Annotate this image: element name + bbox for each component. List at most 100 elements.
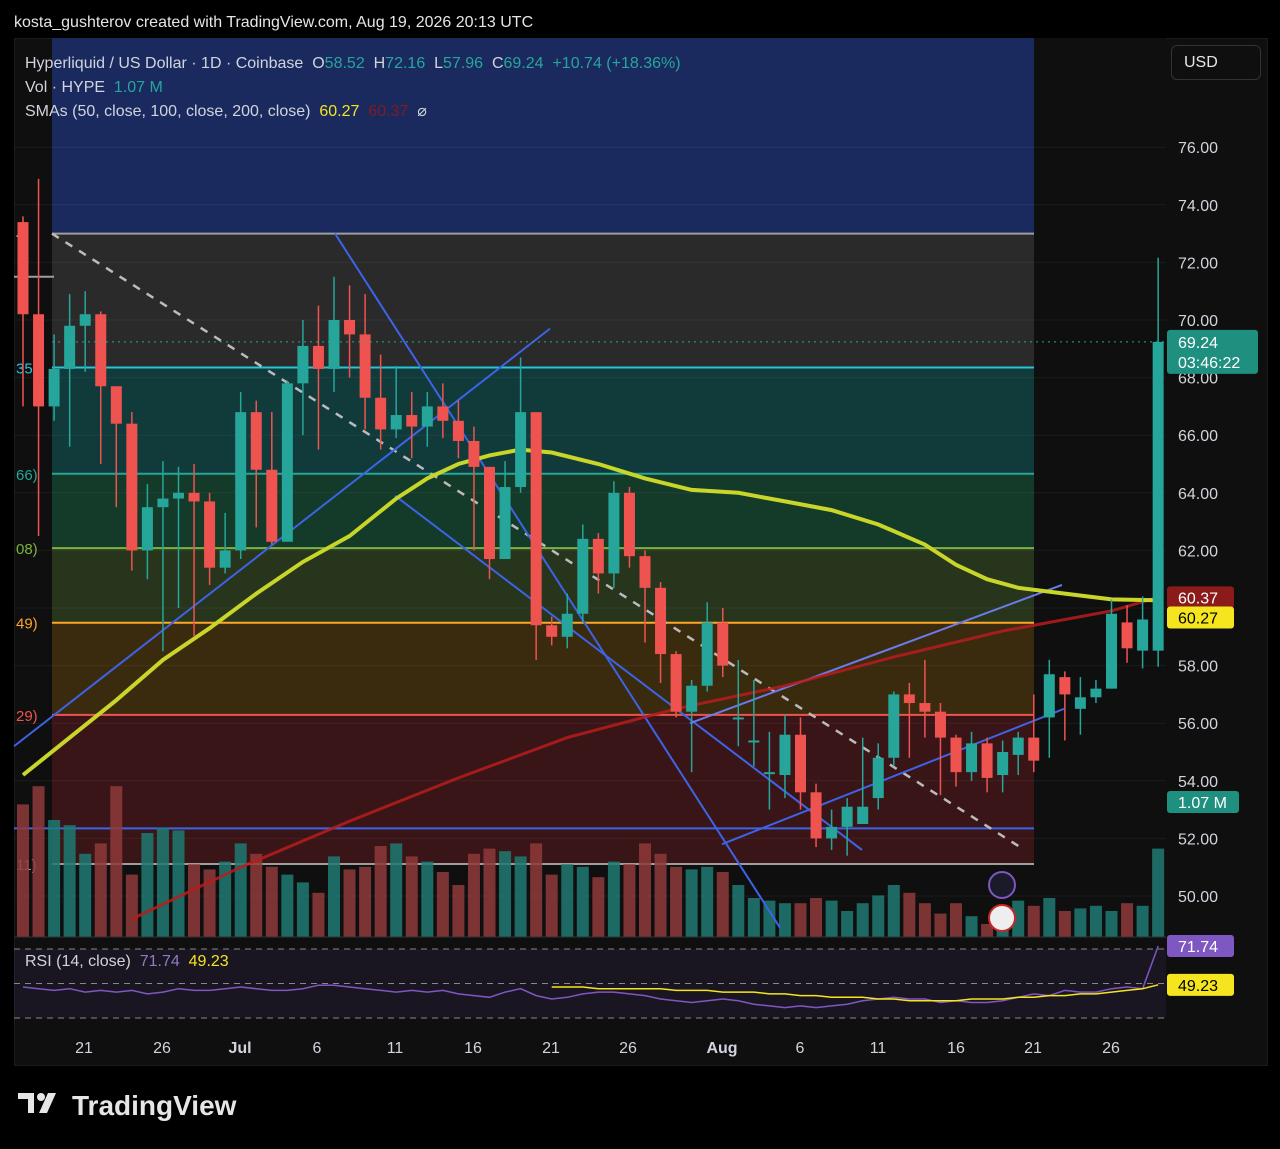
price-tick-label: 50.00	[1178, 889, 1218, 906]
candle-body	[732, 717, 744, 720]
price-tick-label: 74.00	[1178, 198, 1218, 215]
volume-bar	[1121, 903, 1134, 937]
candle-body	[219, 550, 231, 568]
time-tick-label: 21	[75, 1040, 93, 1057]
volume-bar	[950, 903, 962, 937]
volume-bar	[514, 856, 527, 937]
sma-hidden-icon[interactable]: ⌀	[417, 103, 427, 120]
candle-body	[546, 625, 558, 637]
currency-button[interactable]: USD	[1171, 45, 1261, 80]
volume-label[interactable]: Vol · HYPE	[25, 79, 105, 96]
fib-zone	[52, 367, 1034, 474]
candle	[281, 380, 293, 542]
rsi-ma-value: 49.23	[188, 953, 229, 970]
low-value: 57.96	[443, 55, 484, 72]
candle-body	[530, 412, 542, 626]
candle-body	[1074, 697, 1086, 709]
rsi-legend: RSI (14, close) 71.74 49.23	[25, 953, 229, 971]
price-tick-label: 52.00	[1178, 831, 1218, 848]
volume-bar	[390, 843, 403, 937]
candle-body	[795, 734, 806, 793]
candle	[530, 412, 542, 660]
candle-body	[966, 743, 978, 773]
candle	[608, 481, 620, 588]
candle-body	[919, 703, 931, 712]
candle-body	[344, 320, 356, 335]
volume-bar	[250, 853, 263, 937]
volume-bar	[825, 900, 838, 937]
rsi-ma-tag: 49.23	[1167, 973, 1234, 996]
price-tick-label: 76.00	[1178, 140, 1218, 157]
volume-tag: 1.07 M	[1167, 791, 1239, 813]
volume-bar	[903, 892, 916, 937]
symbol-title[interactable]: Hyperliquid / US Dollar · 1D · Coinbase	[25, 55, 303, 72]
volume-bar	[125, 874, 138, 937]
volume-bar	[841, 911, 854, 937]
volume-bar	[1027, 905, 1040, 937]
fib-zone	[52, 473, 1034, 549]
price-tick-label: 64.00	[1178, 486, 1218, 503]
us-flag-icon	[988, 904, 1016, 932]
candle-body	[981, 743, 993, 778]
price-tick-label: 62.00	[1178, 543, 1218, 560]
candle-body	[701, 622, 713, 686]
time-tick-label: 21	[542, 1040, 560, 1057]
footer-logo[interactable]: TradingView	[18, 1090, 236, 1122]
time-tick-label: 26	[153, 1040, 171, 1057]
candle-body	[266, 469, 278, 542]
volume-bar	[312, 892, 325, 937]
rsi-pane: 71.74 49.23	[14, 934, 1234, 1019]
volume-bar	[965, 916, 978, 937]
high-value: 72.16	[385, 55, 426, 72]
candle-body	[810, 792, 822, 839]
volume-bar	[328, 856, 340, 937]
time-tick-label: 26	[1102, 1040, 1120, 1057]
sma100-price-tag: 60.37	[1167, 586, 1234, 609]
candle-body	[250, 412, 262, 470]
volume-bar	[265, 866, 278, 937]
candle-body	[826, 826, 838, 839]
volume-bar	[576, 866, 589, 937]
volume-bar	[1105, 911, 1118, 937]
rsi-tag-text: 71.74	[1178, 939, 1218, 956]
candle-body	[888, 694, 900, 758]
rsi-label[interactable]: RSI (14, close)	[25, 953, 131, 970]
candle-body	[328, 320, 340, 369]
candle-body	[48, 368, 60, 407]
candle-body	[1090, 688, 1102, 698]
fib-level-label: 49)	[16, 616, 38, 633]
rsi-tag-text: 49.23	[1178, 978, 1218, 995]
candle	[235, 392, 247, 560]
candle-body	[499, 487, 511, 560]
candle-body	[452, 420, 464, 441]
volume-bar	[48, 820, 61, 937]
candle-body	[17, 222, 29, 315]
volume-bar	[887, 885, 900, 937]
rsi-value-tag: 71.74	[1167, 934, 1234, 957]
tradingview-brand: TradingView	[72, 1090, 237, 1121]
candle-body	[561, 613, 573, 637]
candle-body	[515, 412, 527, 488]
time-tick-label: 6	[313, 1040, 322, 1057]
volume-bar	[1152, 848, 1165, 937]
fib-level-label: 29)	[16, 708, 38, 725]
chart-canvas[interactable]: 43566)08)49)29)11) 76.0074.0072.0070.006…	[0, 0, 1280, 1149]
volume-bar	[32, 786, 45, 937]
volume-bar	[359, 866, 372, 937]
candle-body	[655, 587, 667, 655]
candle	[888, 691, 900, 767]
candle-body	[79, 314, 91, 326]
time-tick-label: 16	[464, 1040, 482, 1057]
volume-bar	[79, 853, 92, 937]
candle-body	[592, 538, 604, 574]
price-tag-text: 60.27	[1178, 611, 1218, 628]
volume-bar	[794, 903, 807, 937]
volume-bar	[374, 846, 387, 937]
sma-label[interactable]: SMAs (50, close, 100, close, 200, close)	[25, 103, 310, 120]
volume-bar	[421, 861, 434, 937]
volume-bar	[934, 913, 947, 937]
change-value: +10.74 (+18.36%)	[552, 55, 681, 72]
volume-bar	[716, 872, 729, 937]
candle-body	[235, 412, 247, 551]
price-tick-label: 54.00	[1178, 774, 1218, 791]
